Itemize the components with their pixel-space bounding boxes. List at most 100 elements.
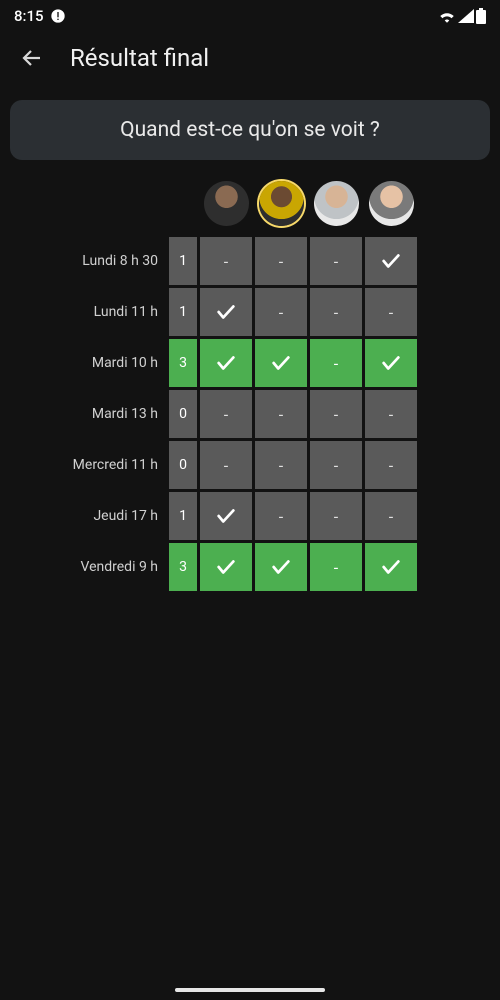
vote-cell[interactable]: - [255, 288, 307, 336]
vote-cell[interactable]: - [310, 543, 362, 591]
poll-row: Mardi 13 h0 - - - - [73, 390, 417, 438]
vote-cell[interactable]: - [365, 390, 417, 438]
vote-cell[interactable]: - [255, 237, 307, 285]
row-label: Mardi 13 h [73, 390, 166, 438]
vote-cell[interactable] [365, 237, 417, 285]
vote-cell[interactable] [365, 543, 417, 591]
app-bar: Résultat final [0, 32, 500, 90]
poll-row: Mardi 10 h3 - [73, 339, 417, 387]
vote-count: 1 [169, 237, 197, 285]
dash-icon: - [389, 456, 393, 475]
back-arrow-icon [20, 46, 44, 70]
exclamation-icon [50, 8, 66, 24]
dash-icon: - [224, 405, 228, 424]
dash-icon: - [224, 252, 228, 271]
vote-cell[interactable] [200, 492, 252, 540]
check-icon [215, 301, 237, 320]
dash-icon: - [279, 507, 283, 526]
status-bar: 8:15 [0, 0, 500, 32]
poll-row: Lundi 11 h1 - - - [73, 288, 417, 336]
vote-cell[interactable]: - [310, 441, 362, 489]
vote-cell[interactable]: - [200, 237, 252, 285]
vote-cell[interactable]: - [255, 492, 307, 540]
dash-icon: - [334, 507, 338, 526]
home-indicator [175, 988, 325, 992]
vote-cell[interactable] [255, 543, 307, 591]
signal-icon [458, 9, 474, 23]
wifi-icon [438, 9, 456, 23]
battery-icon [476, 8, 486, 24]
vote-cell[interactable]: - [365, 441, 417, 489]
question-text: Quand est-ce qu'on se voit ? [120, 118, 380, 142]
vote-cell[interactable] [365, 339, 417, 387]
vote-cell[interactable]: - [310, 339, 362, 387]
poll-grid: Lundi 8 h 301---Lundi 11 h1---Mardi 10 h… [0, 178, 500, 594]
check-icon [270, 556, 292, 575]
dash-icon: - [224, 456, 228, 475]
vote-cell[interactable]: - [200, 390, 252, 438]
row-label: Lundi 11 h [73, 288, 166, 336]
vote-cell[interactable] [200, 543, 252, 591]
vote-cell[interactable]: - [365, 492, 417, 540]
status-left: 8:15 [14, 7, 66, 25]
row-label: Lundi 8 h 30 [73, 237, 166, 285]
vote-cell[interactable] [200, 339, 252, 387]
avatar [369, 181, 414, 226]
status-time: 8:15 [14, 7, 44, 25]
participant-avatar-4[interactable] [365, 181, 417, 234]
participant-avatar-3[interactable] [310, 181, 362, 234]
row-label: Vendredi 9 h [73, 543, 166, 591]
vote-cell[interactable]: - [255, 441, 307, 489]
question-card: Quand est-ce qu'on se voit ? [10, 100, 490, 160]
status-right [438, 8, 486, 24]
vote-count: 1 [169, 492, 197, 540]
poll-row: Jeudi 17 h1 - - - [73, 492, 417, 540]
dash-icon: - [279, 405, 283, 424]
vote-cell[interactable]: - [200, 441, 252, 489]
check-icon [380, 556, 402, 575]
vote-cell[interactable]: - [310, 492, 362, 540]
poll-row: Vendredi 9 h3 - [73, 543, 417, 591]
row-label: Jeudi 17 h [73, 492, 166, 540]
dash-icon: - [279, 252, 283, 271]
vote-count: 1 [169, 288, 197, 336]
vote-cell[interactable] [200, 288, 252, 336]
vote-count: 0 [169, 441, 197, 489]
dash-icon: - [334, 456, 338, 475]
dash-icon: - [279, 303, 283, 322]
vote-cell[interactable] [255, 339, 307, 387]
avatar [204, 181, 249, 226]
page-title: Résultat final [70, 44, 209, 72]
vote-cell[interactable]: - [310, 237, 362, 285]
vote-count: 3 [169, 339, 197, 387]
dash-icon: - [389, 507, 393, 526]
check-icon [270, 352, 292, 371]
check-icon [215, 556, 237, 575]
participant-avatar-1[interactable] [200, 181, 252, 234]
dash-icon: - [389, 303, 393, 322]
avatar [314, 181, 359, 226]
vote-cell[interactable]: - [310, 390, 362, 438]
dash-icon: - [389, 405, 393, 424]
check-icon [215, 505, 237, 524]
dash-icon: - [334, 354, 338, 373]
check-icon [215, 352, 237, 371]
check-icon [380, 250, 402, 269]
vote-cell[interactable]: - [310, 288, 362, 336]
vote-count: 3 [169, 543, 197, 591]
vote-count: 0 [169, 390, 197, 438]
dash-icon: - [334, 252, 338, 271]
back-button[interactable] [18, 44, 46, 72]
poll-row: Mercredi 11 h0---- [73, 441, 417, 489]
check-icon [380, 352, 402, 371]
participant-avatar-2[interactable] [255, 181, 307, 234]
row-label: Mardi 10 h [73, 339, 166, 387]
dash-icon: - [334, 558, 338, 577]
poll-row: Lundi 8 h 301 - - - [73, 237, 417, 285]
vote-cell[interactable]: - [365, 288, 417, 336]
vote-cell[interactable]: - [255, 390, 307, 438]
dash-icon: - [334, 303, 338, 322]
dash-icon: - [279, 456, 283, 475]
avatar [259, 181, 304, 226]
dash-icon: - [334, 405, 338, 424]
